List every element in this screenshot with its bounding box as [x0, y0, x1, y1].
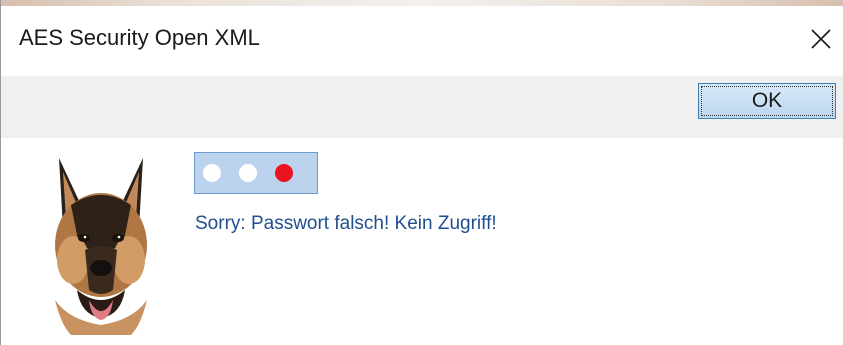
status-indicator-lights: [194, 152, 318, 194]
german-shepherd-dog-image: [41, 150, 161, 335]
dialog-window: AES Security Open XML OK Sorry: Passwort…: [0, 0, 843, 345]
indicator-light-2: [239, 164, 257, 182]
window-title: AES Security Open XML: [19, 25, 260, 50]
error-message: Sorry: Passwort falsch! Kein Zugriff!: [195, 213, 497, 234]
title-bar[interactable]: AES Security Open XML: [1, 6, 843, 76]
indicator-light-1: [203, 164, 221, 182]
close-icon: [810, 28, 832, 55]
indicator-light-3: [275, 164, 293, 182]
close-button[interactable]: [798, 6, 843, 76]
ok-button[interactable]: OK: [698, 83, 836, 119]
